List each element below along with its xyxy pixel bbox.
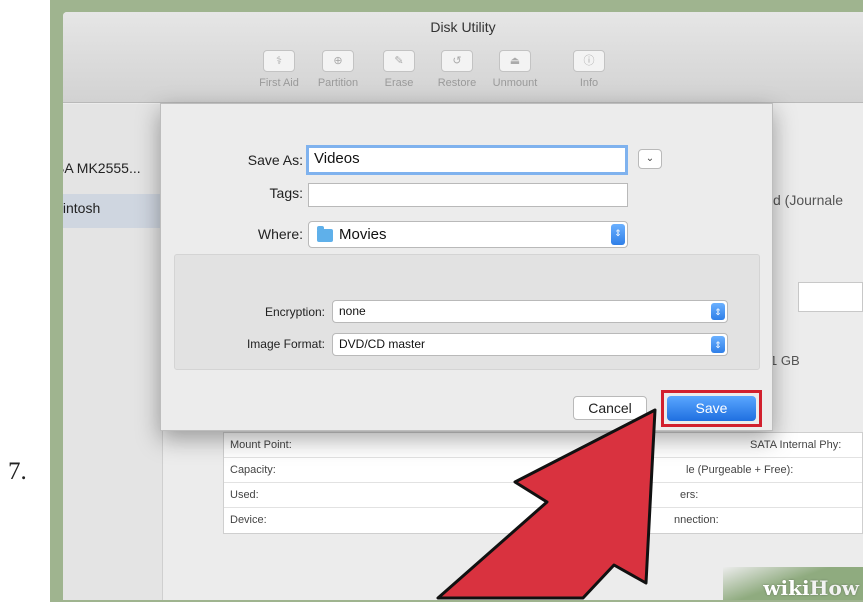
table-row: Device: nnection: [224, 508, 862, 533]
watermark-logo: wikiHow [763, 576, 859, 600]
row-label: Mount Point: [230, 439, 292, 451]
encryption-label: Encryption: [264, 305, 325, 319]
restore-button[interactable]: ↺ Restore [431, 50, 483, 89]
partition-label: Partition [317, 77, 359, 89]
table-row: Capacity: le (Purgeable + Free): [224, 458, 862, 483]
erase-icon: ✎ [383, 50, 415, 72]
sidebar: BA MK2555... ıintosh [63, 104, 163, 600]
row-label: Used: [230, 489, 259, 501]
info-table: Mount Point: SATA Internal Phy: Capacity… [223, 432, 863, 534]
image-format-label: Image Format: [246, 337, 325, 351]
window-title: Disk Utility [430, 19, 496, 35]
tags-label: Tags: [269, 185, 303, 201]
row-right-text: SATA Internal Phy: [750, 439, 842, 451]
folder-icon [317, 226, 333, 242]
image-options-panel: Encryption: none ⇕ Image Format: DVD/CD … [174, 254, 760, 370]
encryption-value: none [339, 304, 366, 318]
partition-icon: ⊕ [322, 50, 354, 72]
expand-dialog-button[interactable]: ⌄ [638, 149, 662, 169]
unmount-label: Unmount [492, 77, 538, 89]
row-right-text: ers: [680, 489, 699, 501]
step-number: 7. [8, 458, 27, 485]
info-button[interactable]: ⓘ Info [563, 50, 615, 89]
save-as-label: Save As: [247, 152, 303, 168]
popup-stepper-icon: ⇕ [611, 224, 625, 245]
unmount-icon: ⏏ [499, 50, 531, 72]
sidebar-item-volume[interactable]: ıintosh [63, 194, 163, 228]
usage-bar [798, 282, 863, 312]
save-button[interactable]: Save [667, 396, 756, 421]
volume-size-text: 1 GB [770, 353, 800, 368]
row-label: Device: [230, 514, 267, 526]
watermark: wikiHow [723, 567, 863, 600]
save-as-field[interactable]: Videos [306, 145, 628, 175]
row-right-text: le (Purgeable + Free): [686, 464, 794, 476]
erase-label: Erase [384, 77, 414, 89]
cancel-button[interactable]: Cancel [573, 396, 647, 420]
table-row: Used: ers: [224, 483, 862, 508]
erase-button[interactable]: ✎ Erase [373, 50, 425, 89]
watermark-wiki: wiki [763, 576, 810, 600]
tags-field[interactable] [308, 183, 628, 207]
row-label: Capacity: [230, 464, 276, 476]
screenshot-frame: Disk Utility ⚕ First Aid ⊕ Partition ✎ E… [50, 0, 863, 602]
info-icon: ⓘ [573, 50, 605, 72]
encryption-popup[interactable]: none ⇕ [332, 300, 728, 323]
save-button-highlight: Save [661, 390, 762, 427]
info-label: Info [579, 77, 599, 89]
restore-icon: ↺ [441, 50, 473, 72]
where-value: Movies [339, 226, 387, 243]
first-aid-button[interactable]: ⚕ First Aid [253, 50, 305, 89]
stethoscope-icon: ⚕ [263, 50, 295, 72]
restore-label: Restore [437, 77, 477, 89]
where-label: Where: [257, 226, 303, 242]
popup-stepper-icon: ⇕ [711, 336, 725, 353]
toolbar: Disk Utility ⚕ First Aid ⊕ Partition ✎ E… [63, 12, 863, 103]
save-dialog: Save As: Videos ⌄ Tags: Where: Movies ⇕ … [160, 103, 773, 431]
sidebar-volume-label: ıintosh [63, 200, 101, 216]
sidebar-item-disk[interactable]: BA MK2555... [63, 160, 155, 176]
first-aid-label: First Aid [259, 77, 299, 89]
table-row: Mount Point: SATA Internal Phy: [224, 433, 862, 458]
disk-utility-window: Disk Utility ⚕ First Aid ⊕ Partition ✎ E… [63, 12, 863, 600]
watermark-how: How [809, 576, 859, 600]
row-right-text: nnection: [674, 514, 719, 526]
unmount-button[interactable]: ⏏ Unmount [489, 50, 541, 89]
image-format-value: DVD/CD master [339, 337, 426, 351]
popup-stepper-icon: ⇕ [711, 303, 725, 320]
volume-format-text: d (Journale [773, 192, 844, 208]
where-popup[interactable]: Movies ⇕ [308, 221, 628, 248]
chevron-down-icon: ⌄ [645, 153, 655, 164]
partition-button[interactable]: ⊕ Partition [312, 50, 364, 89]
image-format-popup[interactable]: DVD/CD master ⇕ [332, 333, 728, 356]
